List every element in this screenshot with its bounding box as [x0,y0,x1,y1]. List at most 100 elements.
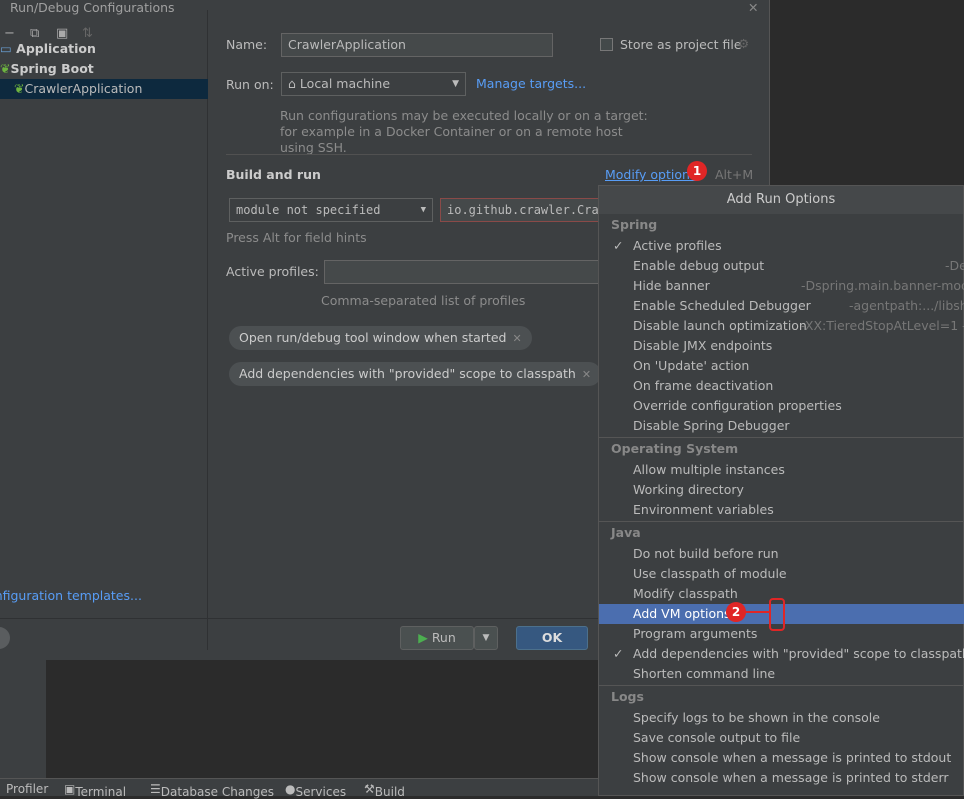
check-icon: ✓ [613,646,624,661]
menu-item[interactable]: Use classpath of module [599,564,964,584]
tree-item-spring-boot[interactable]: ❦Spring Boot [0,59,208,79]
play-icon: ▶ [418,630,428,645]
edit-templates-link[interactable]: Edit configuration templates... [0,588,142,603]
close-icon[interactable]: ✕ [748,0,758,16]
menu-item-label: Disable JMX endpoints [633,338,773,353]
menu-item[interactable]: Save console output to file [599,728,964,748]
tool-label: Database Changes [160,785,275,799]
menu-item[interactable]: Show console when a message is printed t… [599,768,964,788]
module-value: module not specified [236,203,381,217]
tool-services[interactable]: ● Services [285,782,346,799]
menu-item[interactable]: Working directory [599,480,964,500]
config-tree-panel: − ⧉ ▣ ⇅ ▭ Application ❦Spring Boot ❦Craw… [0,10,208,650]
menu-item-hint: -XX:TieredStopAtLevel=1 -no [801,318,964,333]
run-button[interactable]: ▶ Run [400,626,474,650]
menu-item-label: Use classpath of module [633,566,787,581]
build-run-heading: Build and run [226,167,321,182]
menu-item[interactable]: ✓ Add dependencies with "provided" scope … [599,644,964,664]
close-icon[interactable]: ✕ [512,332,521,345]
menu-item[interactable]: On 'Update' action [599,356,964,376]
active-profiles-field[interactable] [324,260,614,284]
menu-item-label: Environment variables [633,502,774,517]
annotation-badge-1: 1 [687,161,707,181]
tool-stripe [0,660,46,778]
menu-item[interactable]: On frame deactivation [599,376,964,396]
menu-item-label: Enable debug output [633,258,765,273]
run-on-select[interactable]: ⌂ Local machine ▼ [281,72,466,96]
option-chip[interactable]: Open run/debug tool window when started ✕ [229,326,532,350]
annotation-box [769,598,785,631]
module-select[interactable]: module not specified ▼ [229,198,433,222]
divider [226,154,752,155]
menu-item-label: Show console when a message is printed t… [633,750,952,765]
menu-item-label: On 'Update' action [633,358,750,373]
menu-item-hint: -agentpath:.../libsha [849,298,964,313]
menu-item[interactable]: Show console when a message is printed t… [599,748,964,768]
popup-separator [599,685,964,686]
section-header: Java [611,525,641,540]
application-icon: ▭ [0,41,12,56]
menu-item-label: Shorten command line [633,666,776,681]
menu-item-label: Program arguments [633,626,758,641]
menu-item-label: Hide banner [633,278,710,293]
add-run-options-popup: Add Run Options Spring ✓ Active profiles En… [598,185,964,796]
popup-title: Add Run Options [599,186,963,214]
spring-boot-icon: ❦ [0,61,11,76]
menu-item[interactable]: Do not build before run [599,544,964,564]
menu-item[interactable]: Enable Scheduled Debugger -agentpath:.../… [599,296,964,316]
tool-database-changes[interactable]: ☰ Database Changes [150,782,274,799]
ok-button[interactable]: OK [516,626,588,650]
run-on-label: Run on: [226,77,274,92]
tool-label: Services [295,785,347,799]
dialog-title: Run/Debug Configurations [10,0,175,15]
profiles-hint: Comma-separated list of profiles [321,293,526,308]
tree-label: Application [16,41,96,56]
tool-label: Build [374,785,405,799]
menu-item[interactable]: Disable launch optimization -XX:TieredSto… [599,316,964,336]
field-hint: Press Alt for field hints [226,230,367,245]
menu-item[interactable]: Environment variables [599,500,964,520]
menu-item[interactable]: Shorten command line [599,664,964,684]
menu-item-label: Enable Scheduled Debugger [633,298,811,313]
tool-build[interactable]: ⚒ Build [364,782,405,799]
menu-item-hint: -Debug [945,258,964,273]
manage-targets-link[interactable]: Manage targets... [476,76,586,91]
menu-item-label: Allow multiple instances [633,462,785,477]
tool-profiler[interactable]: Profiler [6,782,48,796]
tool-terminal[interactable]: ▣ Terminal [64,782,126,799]
popup-separator [599,437,964,438]
run-dropdown-button[interactable]: ▼ [474,626,498,650]
menu-item-label: Add dependencies with "provided" scope t… [633,646,964,661]
chevron-down-icon: ▼ [420,205,426,215]
chip-label: Add dependencies with "provided" scope t… [239,366,576,381]
menu-item[interactable]: Hide banner -Dspring.main.banner-mode [599,276,964,296]
menu-item-label: Add VM options [633,606,731,621]
menu-item-label: Working directory [633,482,744,497]
chevron-down-icon: ▼ [452,79,459,89]
menu-item[interactable]: Override configuration properties [599,396,964,416]
name-field[interactable]: CrawlerApplication [281,33,553,57]
menu-item-label: Do not build before run [633,546,779,561]
profiles-label: Active profiles: [226,264,319,279]
menu-item[interactable]: Disable JMX endpoints [599,336,964,356]
chip-label: Open run/debug tool window when started [239,330,507,345]
store-as-project-checkbox[interactable] [600,38,613,51]
main-class-field[interactable]: io.github.crawler.CrawlerApplication [440,198,610,222]
modify-options-link[interactable]: Modify options [605,167,696,182]
close-icon[interactable]: ✕ [582,368,591,381]
option-chip[interactable]: Add dependencies with "provided" scope t… [229,362,602,386]
run-on-value: Local machine [299,76,391,91]
menu-item-label: Show console when a message is printed t… [633,770,949,785]
tree-item-crawler-application[interactable]: ❦CrawlerApplication [0,79,208,99]
menu-item[interactable]: Disable Spring Debugger [599,416,964,436]
menu-item[interactable]: Allow multiple instances [599,460,964,480]
gear-icon[interactable]: ⚙ [738,36,749,51]
run-on-hint: Run configurations may be executed local… [280,108,648,155]
menu-item[interactable]: Enable debug output -Debug [599,256,964,276]
tree-item-application[interactable]: ▭ Application [0,39,208,59]
tree-label: Spring Boot [10,61,94,76]
modify-options-shortcut: Alt+M [715,167,754,182]
run-label: Run [431,630,456,645]
menu-item[interactable]: ✓ Active profiles [599,236,964,256]
menu-item[interactable]: Specify logs to be shown in the console [599,708,964,728]
